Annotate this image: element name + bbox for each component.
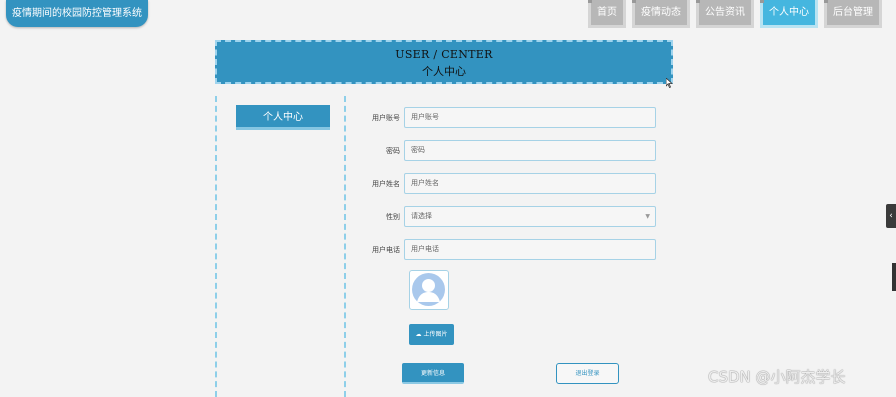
app-brand: 疫情期间的校园防控管理系统 (6, 0, 148, 27)
logout-button[interactable]: 退出登录 (556, 363, 619, 384)
nav-tab-epidemic-news[interactable]: 疫情动态 (632, 0, 690, 28)
banner-title-cn: 个人中心 (422, 65, 466, 78)
side-edge-handle[interactable] (892, 263, 896, 291)
tab-notch (588, 0, 592, 3)
tab-notch (824, 0, 828, 3)
update-info-button[interactable]: 更新信息 (402, 363, 464, 384)
nav-tab-label: 疫情动态 (641, 7, 681, 18)
avatar-placeholder-icon (412, 273, 445, 306)
account-input[interactable]: 用户账号 (404, 107, 656, 128)
tab-notch (632, 0, 636, 3)
account-label: 用户账号 (372, 113, 400, 122)
phone-label: 用户电话 (372, 245, 400, 254)
collapse-toggle-icon[interactable]: ‹ (886, 204, 896, 228)
name-label: 用户姓名 (372, 179, 400, 188)
form-row-gender: 性别 请选择 ▼ (358, 206, 660, 227)
nav-tab-label: 后台管理 (833, 7, 873, 18)
gender-select[interactable]: 请选择 ▼ (404, 206, 656, 227)
gender-label: 性别 (386, 212, 400, 221)
password-label: 密码 (386, 146, 400, 155)
password-input[interactable]: 密码 (404, 140, 656, 161)
nav-tab-label: 首页 (597, 7, 617, 18)
mouse-cursor-icon (665, 77, 674, 91)
tab-notch (760, 0, 764, 3)
nav-tab-admin[interactable]: 后台管理 (824, 0, 882, 28)
name-input[interactable]: 用户姓名 (404, 173, 656, 194)
nav-tab-home[interactable]: 首页 (588, 0, 626, 28)
upload-image-button[interactable]: ☁ 上传图片 (409, 324, 454, 345)
nav-tab-label: 公告资讯 (705, 7, 745, 18)
watermark: CSDN @小阿杰学长 (708, 368, 846, 386)
avatar (409, 270, 449, 310)
form-row-name: 用户姓名 用户姓名 (358, 173, 660, 194)
upload-button-label: 上传图片 (423, 331, 448, 338)
nav-tab-user-center[interactable]: 个人中心 (760, 0, 818, 28)
sidebar-right-divider (344, 96, 346, 397)
sidebar-left-divider (215, 96, 217, 397)
form-row-account: 用户账号 用户账号 (358, 107, 660, 128)
sidebar-item-user-center[interactable]: 个人中心 (236, 105, 330, 130)
form-row-password: 密码 密码 (358, 140, 660, 161)
tab-notch (696, 0, 700, 3)
phone-input[interactable]: 用户电话 (404, 239, 656, 260)
nav-tab-label: 个人中心 (769, 7, 809, 18)
page-banner: USER / CENTER 个人中心 (215, 40, 673, 84)
form-row-phone: 用户电话 用户电话 (358, 239, 660, 260)
cloud-upload-icon: ☁ (415, 331, 422, 338)
gender-select-value: 请选择 (411, 212, 432, 220)
top-nav: 首页 疫情动态 公告资讯 个人中心 后台管理 (588, 0, 882, 28)
nav-tab-announcements[interactable]: 公告资讯 (696, 0, 754, 28)
chevron-down-icon: ▼ (645, 213, 650, 220)
banner-title-en: USER / CENTER (395, 48, 493, 61)
